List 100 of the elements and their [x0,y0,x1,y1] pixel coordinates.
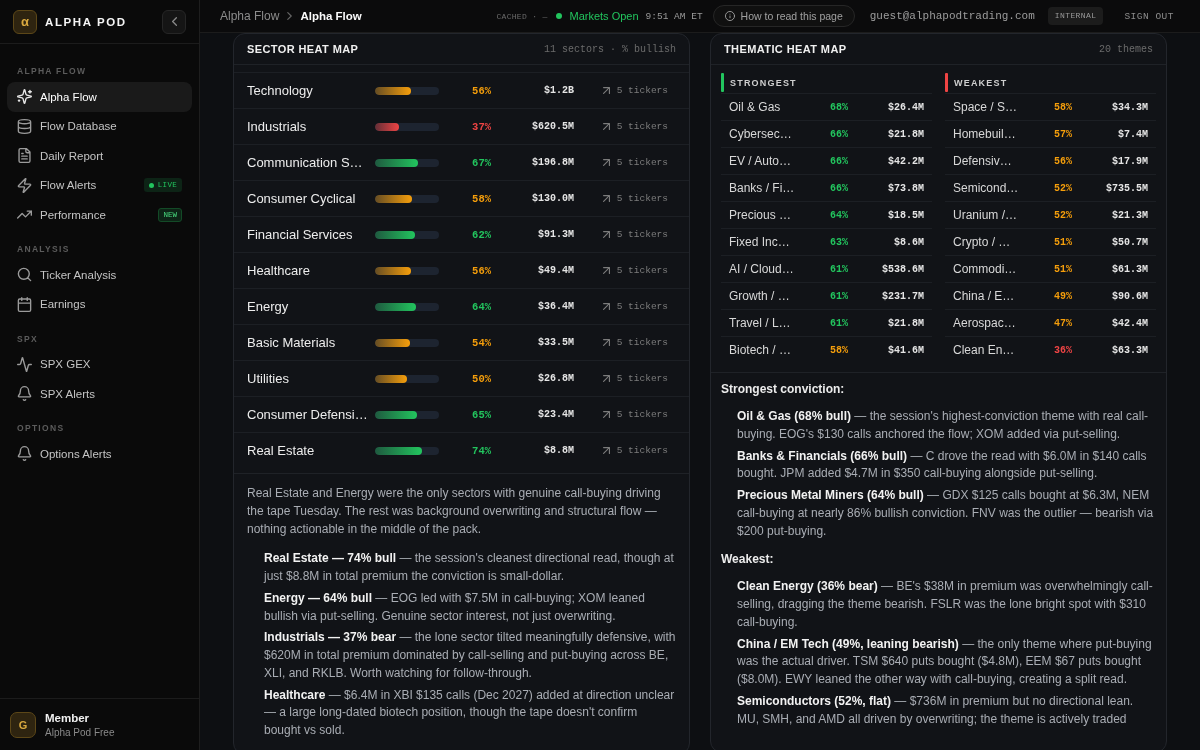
bullish-percent: 56% [1053,155,1072,167]
premium-amount: $63.3M [1111,344,1148,356]
commentary-item: China / EM Tech (49%, leaning bearish) — the only theme where put-buying was the actual driver. TSM $640 puts bought ($4.8M), EEM $67 puts bought ($8.0M). EWY leaned the other way with call-buying, creating a split read. [737,635,1153,688]
tickers-link[interactable]: 5 tickers [602,301,668,312]
breadcrumb-link[interactable]: Alpha Flow [300,10,362,22]
sector-name: Energy [247,299,290,314]
bullish-percent: 36% [1053,344,1072,356]
nav-item[interactable]: SPX Alerts [7,379,192,409]
theme-name: Growth / … [729,289,791,303]
bullish-percent: 52% [1053,182,1072,194]
bullish-percent: 56% [471,264,491,277]
theme-name: Crypto / … [953,235,1012,249]
premium-amount: $50.7M [1111,236,1148,248]
info-icon [724,11,735,21]
tickers-link[interactable]: 5 tickers [602,121,668,132]
document-icon [17,148,32,164]
sign-out-button[interactable]: SIGN OUT [1124,10,1174,22]
arrow-up-right-icon [602,123,610,130]
theme-name: China / E… [953,289,1016,303]
theme-name: Defensiv… [953,154,1013,168]
commentary-heading: Strongest conviction: [721,381,846,398]
arrow-up-right-icon [602,159,610,166]
market-time: 9:51 AM ET [645,10,703,22]
arrow-up-right-icon [602,375,610,382]
live-dot-icon [148,182,154,188]
commentary-item: Healthcare — $6.4M in XBI $135 calls (Dec 2027) added at direction unclear — a large long-dated biotech position, though the tape doesn't confirm bought vs sold. [264,686,676,739]
lightning-icon [17,177,32,193]
market-status: Markets Open [569,10,639,22]
premium-amount: $41.6M [887,344,924,356]
sector-name: Utilities [247,371,290,386]
user-email: guest@alphapodtrading.com [869,10,1035,22]
pulse-icon [17,356,32,372]
section-label: ALPHA FLOW [16,65,88,77]
nav-item[interactable]: Alpha Flow [7,82,192,112]
commentary-heading: Weakest: [721,551,775,569]
tickers-link[interactable]: 5 tickers [602,373,668,384]
breadcrumb-link[interactable]: Alpha Flow [220,9,280,23]
nav-item[interactable]: SPX GEX [7,349,192,379]
arrow-up-right-icon [602,447,610,454]
help-button[interactable]: How to read this page [712,5,855,27]
premium-amount: $90.6M [1111,290,1148,302]
commentary-item: Industrials — 37% bear — the lone sector tilted meaningfully defensive, with $620M in total premium dominated by call-selling and put-buying across BE, XLI, and RKLB. Worth watching for follow-through. [264,629,676,682]
tickers-link[interactable]: 5 tickers [602,229,668,240]
premium-amount: $21.8M [887,317,924,329]
premium-amount: $26.8M [537,373,574,384]
tickers-link[interactable]: 5 tickers [602,265,668,276]
tickers-link[interactable]: 5 tickers [602,193,668,204]
tickers-link[interactable]: 5 tickers [602,445,668,456]
sector-name: Basic Materials [247,335,337,350]
theme-name: Space / S… [953,100,1019,114]
bullish-percent: 51% [1053,263,1072,275]
arrow-up-right-icon [602,339,610,346]
database-icon [17,118,32,134]
theme-name: Banks / Fi… [729,181,796,195]
tickers-link[interactable]: 5 tickers [602,337,668,348]
cache-status: CACHED · — [496,11,548,21]
bullish-percent: 50% [471,372,491,385]
premium-amount: $36.4M [537,301,574,312]
bullish-percent: 51% [1053,236,1072,248]
card-title: SECTOR HEAT MAP [247,43,359,55]
bullish-percent: 61% [829,263,848,275]
premium-amount: $91.3M [537,229,574,240]
section-label: ANALYSIS [16,243,71,255]
section-label: OPTIONS [16,422,66,434]
tickers-link[interactable]: 5 tickers [602,409,668,420]
theme-name: Commodi… [953,262,1018,276]
brand-logo: α [13,9,37,34]
bullish-percent: 57% [1053,128,1072,140]
premium-amount: $21.8M [887,128,924,140]
theme-name: Oil & Gas [729,100,782,114]
chevron-right-icon [287,12,293,20]
collapse-button[interactable] [162,9,186,34]
sector-name: Consumer Cyclical [247,191,357,206]
theme-name: AI / Cloud… [729,262,795,276]
bullish-percent: 67% [471,156,491,169]
nav-item[interactable]: Earnings [7,289,192,319]
role-label: INTERNAL [1047,7,1104,25]
arrow-up-right-icon [602,195,610,202]
tickers-link[interactable]: 5 tickers [602,85,668,96]
sector-name: Financial Services [247,227,354,242]
bullish-percent: 62% [471,228,491,241]
calendar-icon [17,296,32,312]
nav-item[interactable]: Options Alerts [7,439,192,469]
tickers-link[interactable]: 5 tickers [602,157,668,168]
group-label: STRONGEST [730,77,797,88]
bullish-percent: 54% [471,336,491,349]
arrow-up-right-icon [602,411,610,418]
premium-amount: $23.4M [537,409,574,420]
bell-icon [17,446,32,462]
bullish-percent: 65% [471,408,491,421]
theme-name: Semicond… [953,181,1020,195]
premium-amount: $231.7M [881,290,924,302]
user-plan: Alpha Pod Free [45,727,115,738]
bullish-percent: 74% [471,444,491,457]
nav-item[interactable]: Flow Database [7,111,192,141]
nav-item[interactable]: Daily Report [7,141,192,171]
nav-item[interactable]: Ticker Analysis [7,260,192,290]
section-label: SPX [16,332,39,345]
commentary-item: Semiconductors (52%, flat) — $736M in premium but no directional lean. MU, SMH, and AMD all driven by overwriting; the theme is actively traded [737,692,1135,728]
theme-name: EV / Auto… [729,154,793,168]
